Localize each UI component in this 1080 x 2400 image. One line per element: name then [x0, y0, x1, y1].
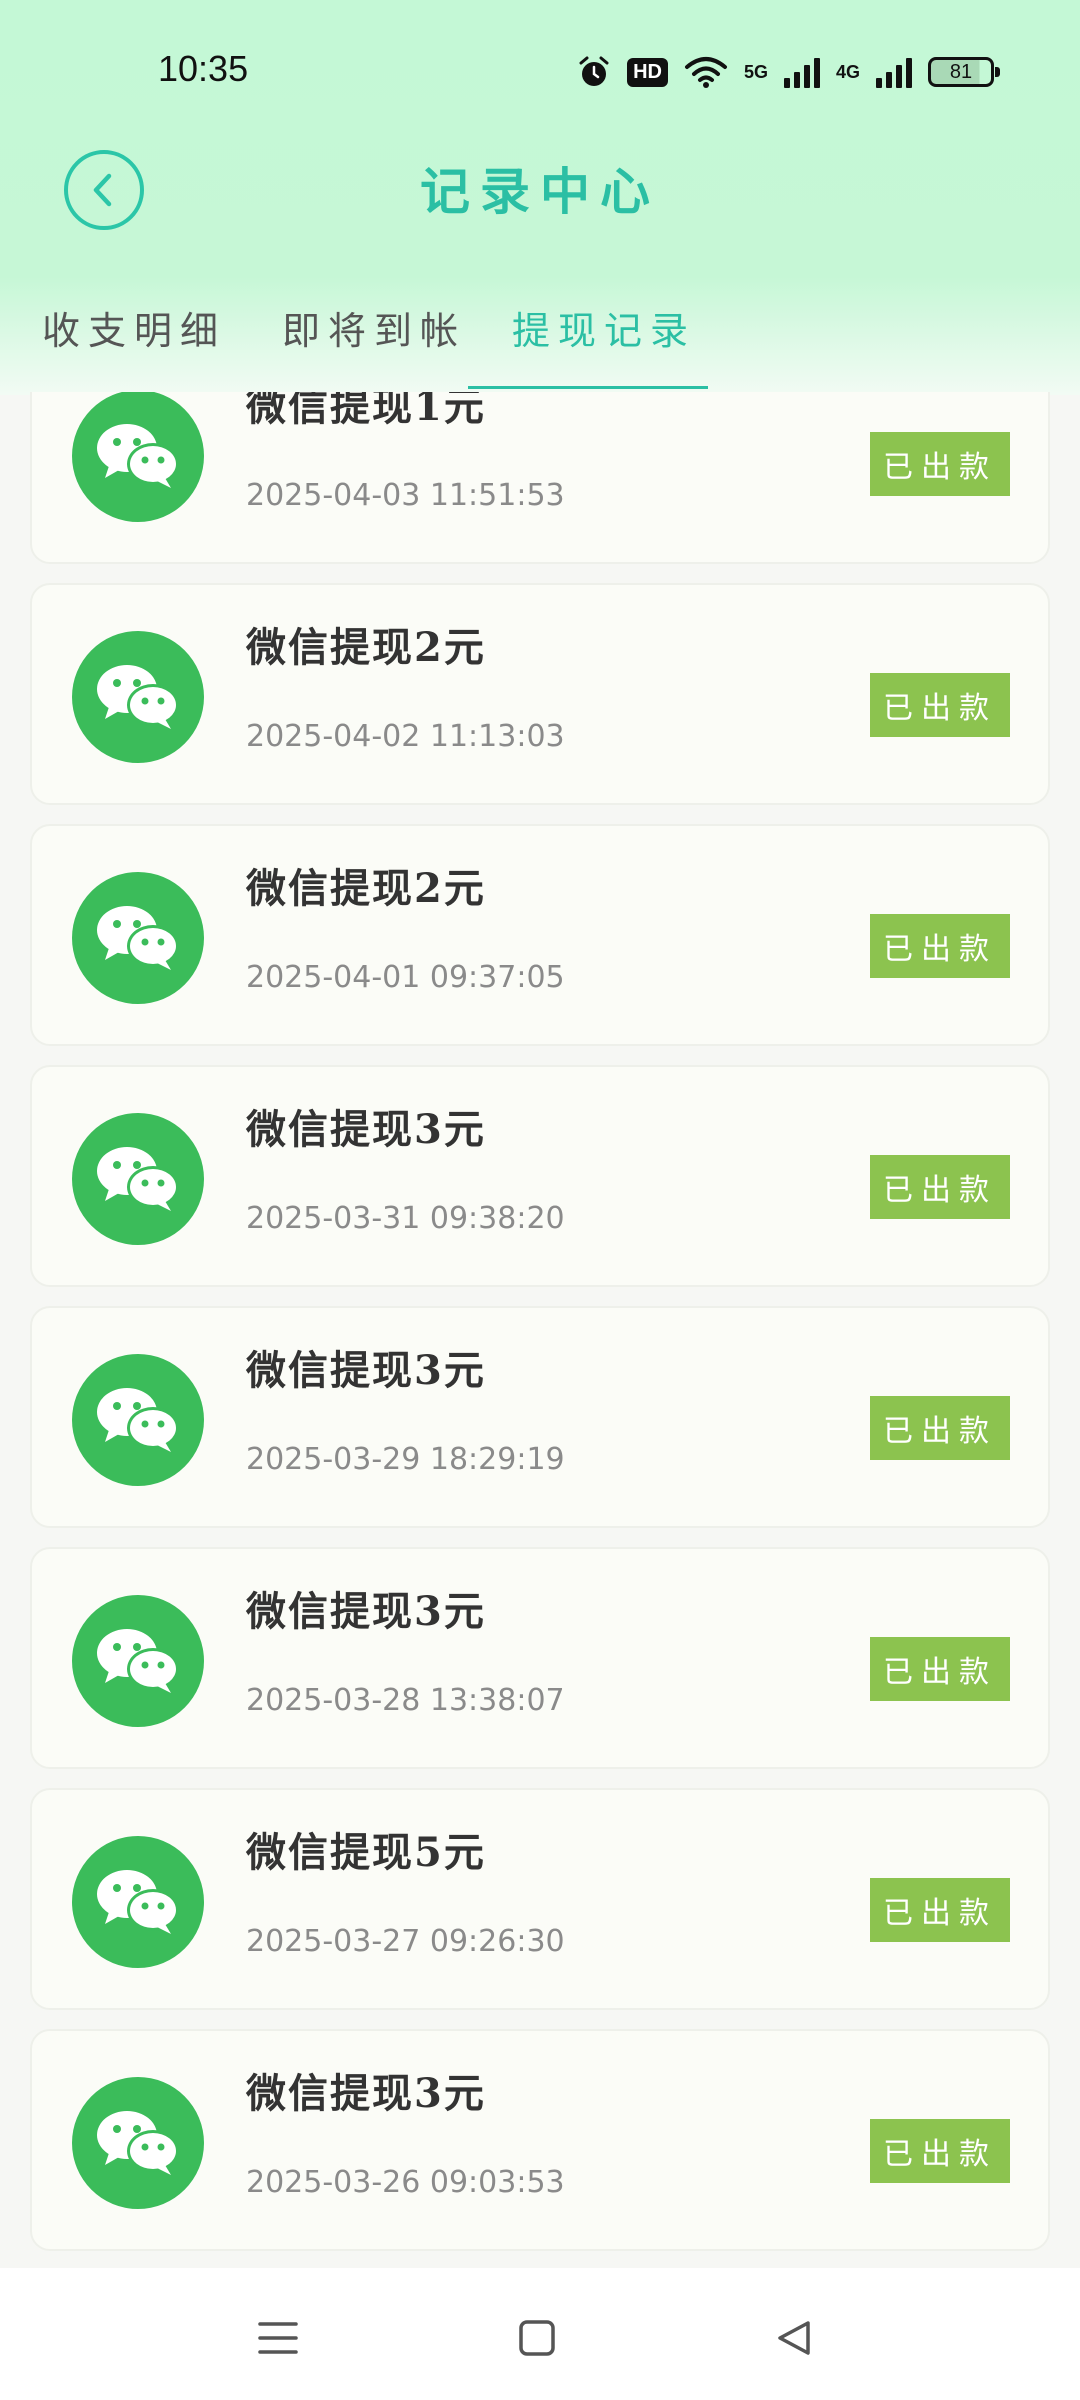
tab-upcoming[interactable]: 即将到帐: [282, 300, 466, 355]
status-badge: 已出款: [870, 1396, 1010, 1460]
record-card[interactable]: 微信提现3元 2025-03-29 18:29:19 已出款: [30, 1306, 1050, 1528]
wechat-icon: [97, 2111, 179, 2175]
record-time: 2025-03-31 09:38:20: [246, 1201, 565, 1236]
record-card[interactable]: 微信提现2元 2025-04-01 09:37:05 已出款: [30, 824, 1050, 1046]
wechat-icon: [97, 906, 179, 970]
triangle-back-icon: [778, 2321, 810, 2355]
status-bar: 10:35 HD 5G 4G 81: [0, 0, 1080, 140]
record-title: 微信提现3元: [246, 1588, 486, 1635]
tab-bar: 收支明细 即将到帐 提现记录: [0, 290, 1080, 390]
wechat-icon: [97, 1147, 179, 1211]
record-card[interactable]: 微信提现3元 2025-03-31 09:38:20 已出款: [30, 1065, 1050, 1287]
alarm-icon: [579, 56, 609, 86]
battery-icon: 81: [928, 57, 1000, 87]
tab-income-expense[interactable]: 收支明细: [42, 300, 226, 355]
wechat-icon: [97, 665, 179, 729]
status-icons: HD 5G 4G 81: [577, 52, 1000, 92]
wechat-icon: [97, 1870, 179, 1934]
signal-4g-icon: [876, 56, 912, 88]
record-time: 2025-03-28 13:38:07: [246, 1683, 565, 1718]
wechat-avatar: [72, 1113, 204, 1245]
signal-5g-icon: [783, 56, 820, 88]
recent-apps-button[interactable]: [238, 2298, 318, 2378]
record-title: 微信提现3元: [246, 1106, 486, 1153]
tab-withdraw-records[interactable]: 提现记录: [512, 300, 696, 355]
record-card[interactable]: 微信提现3元 2025-03-28 13:38:07 已出款: [30, 1547, 1050, 1769]
record-time: 2025-03-26 09:03:53: [246, 2165, 565, 2200]
record-card[interactable]: 微信提现5元 2025-03-27 09:26:30 已出款: [30, 1788, 1050, 2010]
square-icon: [519, 2320, 555, 2356]
wechat-avatar: [72, 1595, 204, 1727]
record-title: 微信提现1元: [246, 392, 486, 430]
wechat-icon: [97, 1629, 179, 1693]
record-time: 2025-03-29 18:29:19: [246, 1442, 565, 1477]
withdraw-record-list[interactable]: 微信提现1元 2025-04-03 11:51:53 已出款 微信提现2元 2025-0…: [0, 392, 1080, 2267]
record-title: 微信提现3元: [246, 1347, 486, 1394]
network-4g-label: 4G: [835, 61, 860, 82]
wechat-avatar: [72, 1836, 204, 1968]
wechat-avatar: [72, 631, 204, 763]
page-title: 记录中心: [420, 162, 660, 221]
system-navigation-bar: [0, 2268, 1080, 2400]
back-nav-button[interactable]: [754, 2298, 834, 2378]
menu-icon: [258, 2322, 298, 2354]
active-tab-indicator: [468, 386, 708, 389]
record-time: 2025-04-02 11:13:03: [246, 719, 565, 754]
record-title: 微信提现2元: [246, 624, 486, 671]
record-title: 微信提现2元: [246, 865, 486, 912]
wechat-avatar: [72, 392, 204, 522]
record-time: 2025-03-27 09:26:30: [246, 1924, 565, 1959]
app-screen: 10:35 HD 5G 4G 81 记录中心 收支明细 即将到帐 提现记录 微信…: [0, 0, 1080, 2400]
wechat-icon: [97, 424, 179, 488]
network-5g-label: 5G: [743, 61, 768, 82]
status-badge: 已出款: [870, 914, 1010, 978]
status-badge: 已出款: [870, 1637, 1010, 1701]
status-time: 10:35: [158, 48, 249, 89]
wechat-icon: [97, 1388, 179, 1452]
status-badge: 已出款: [870, 673, 1010, 737]
wechat-avatar: [72, 1354, 204, 1486]
wifi-icon: [684, 57, 727, 88]
status-badge: 已出款: [870, 2119, 1010, 2183]
record-card[interactable]: 微信提现2元 2025-04-02 11:13:03 已出款: [30, 583, 1050, 805]
record-time: 2025-04-03 11:51:53: [246, 478, 565, 513]
record-card[interactable]: 微信提现1元 2025-04-03 11:51:53 已出款: [30, 392, 1050, 564]
hd-voice-badge: HD: [627, 57, 668, 87]
status-badge: 已出款: [870, 1155, 1010, 1219]
record-title: 微信提现3元: [246, 2070, 486, 2117]
status-badge: 已出款: [870, 432, 1010, 496]
record-title: 微信提现5元: [246, 1829, 486, 1876]
wechat-avatar: [72, 872, 204, 1004]
wechat-avatar: [72, 2077, 204, 2209]
record-time: 2025-04-01 09:37:05: [246, 960, 565, 995]
record-card[interactable]: 微信提现3元 2025-03-26 09:03:53 已出款: [30, 2029, 1050, 2251]
home-button[interactable]: [497, 2298, 577, 2378]
status-badge: 已出款: [870, 1878, 1010, 1942]
